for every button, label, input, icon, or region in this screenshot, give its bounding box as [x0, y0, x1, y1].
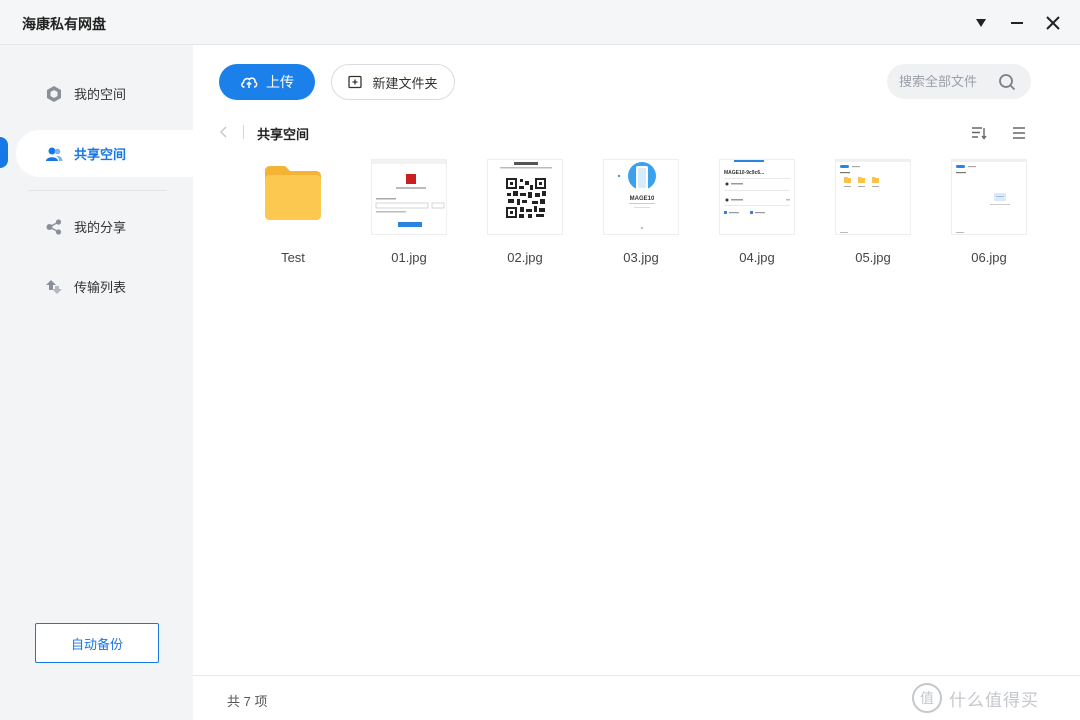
transfer-icon: [45, 278, 63, 296]
sidebar-divider: [28, 190, 167, 191]
image-thumbnail: [487, 159, 563, 237]
menu-dropdown-button[interactable]: [968, 10, 994, 36]
sidebar-item-transfer-list[interactable]: 传输列表: [0, 263, 193, 310]
sidebar-item-my-space[interactable]: 我的空间: [0, 70, 193, 117]
sidebar-item-label: 我的分享: [74, 220, 127, 235]
app-title: 海康私有网盘: [22, 16, 106, 32]
watermark-logo: 值: [912, 683, 942, 713]
caret-down-icon: [976, 19, 986, 27]
file-name: 02.jpg: [507, 250, 543, 265]
watermark: 值 什么值得买: [911, 682, 1039, 714]
search-input[interactable]: [899, 64, 995, 99]
file-item-folder[interactable]: Test: [255, 159, 331, 265]
folder-plus-icon: [348, 75, 363, 89]
file-item-image[interactable]: 02.jpg: [487, 159, 563, 265]
close-icon: [1046, 16, 1060, 30]
close-button[interactable]: [1040, 10, 1066, 36]
new-folder-button[interactable]: 新建文件夹: [331, 64, 455, 100]
file-item-image[interactable]: MAGE10-9c9c6... 04.jpg: [719, 159, 795, 265]
new-folder-label: 新建文件夹: [372, 75, 438, 91]
folder-icon: [255, 159, 331, 237]
sidebar-item-label: 我的空间: [74, 87, 127, 102]
image-thumbnail: MAGE10-9c9c6...: [719, 159, 795, 237]
image-thumbnail: [835, 159, 911, 237]
sort-icon[interactable]: [971, 125, 987, 141]
thumb-device-text: MAGE10-9c9c6...: [724, 170, 765, 176]
back-chevron-icon[interactable]: [217, 125, 231, 139]
search-icon[interactable]: [997, 72, 1017, 92]
upload-button[interactable]: 上传: [219, 64, 315, 100]
breadcrumb: 共享空间: [257, 127, 310, 142]
list-view-icon[interactable]: [1011, 125, 1027, 141]
sidebar-item-my-share[interactable]: 我的分享: [0, 203, 193, 250]
file-item-image[interactable]: 01.jpg: [371, 159, 447, 265]
minimize-icon: [1011, 22, 1023, 24]
sidebar-item-label: 传输列表: [74, 280, 127, 295]
file-name: 04.jpg: [739, 250, 775, 265]
file-name: 06.jpg: [971, 250, 1007, 265]
users-icon: [45, 145, 63, 163]
file-name: 03.jpg: [623, 250, 659, 265]
breadcrumb-separator: [243, 125, 244, 139]
item-count: 共 7 项: [227, 694, 268, 709]
share-icon: [45, 218, 63, 236]
status-bar: 共 7 项 值 什么值得买: [193, 675, 1080, 720]
watermark-logo-char: 值: [920, 691, 934, 707]
image-thumbnail: [371, 159, 447, 237]
thumb-model-text: MAGE10: [630, 196, 655, 202]
sidebar-item-shared-space[interactable]: 共享空间: [16, 130, 193, 177]
title-bar: 海康私有网盘: [0, 0, 1080, 45]
file-name: 01.jpg: [391, 250, 427, 265]
minimize-button[interactable]: [1004, 10, 1030, 36]
auto-backup-button[interactable]: 自动备份: [35, 623, 159, 663]
cloud-upload-icon: [241, 77, 258, 88]
file-item-image[interactable]: MAGE10 03.jpg: [603, 159, 679, 265]
file-name: Test: [281, 250, 305, 265]
upload-label: 上传: [266, 74, 294, 90]
search-box: [887, 64, 1031, 99]
main-panel: 上传 新建文件夹 共享空间 Test 01.jpg 02.jpg MAGE10: [193, 45, 1080, 720]
watermark-text: 什么值得买: [949, 690, 1039, 710]
active-indicator: [0, 137, 8, 168]
sidebar-item-label: 共享空间: [74, 147, 127, 162]
sidebar: 我的空间 共享空间 我的分享 传输列表 自动备份: [0, 45, 193, 720]
file-item-image[interactable]: 05.jpg: [835, 159, 911, 265]
hexagon-icon: [45, 85, 63, 103]
image-thumbnail: [951, 159, 1027, 237]
file-name: 05.jpg: [855, 250, 891, 265]
file-item-image[interactable]: 06.jpg: [951, 159, 1027, 265]
image-thumbnail: MAGE10: [603, 159, 679, 237]
